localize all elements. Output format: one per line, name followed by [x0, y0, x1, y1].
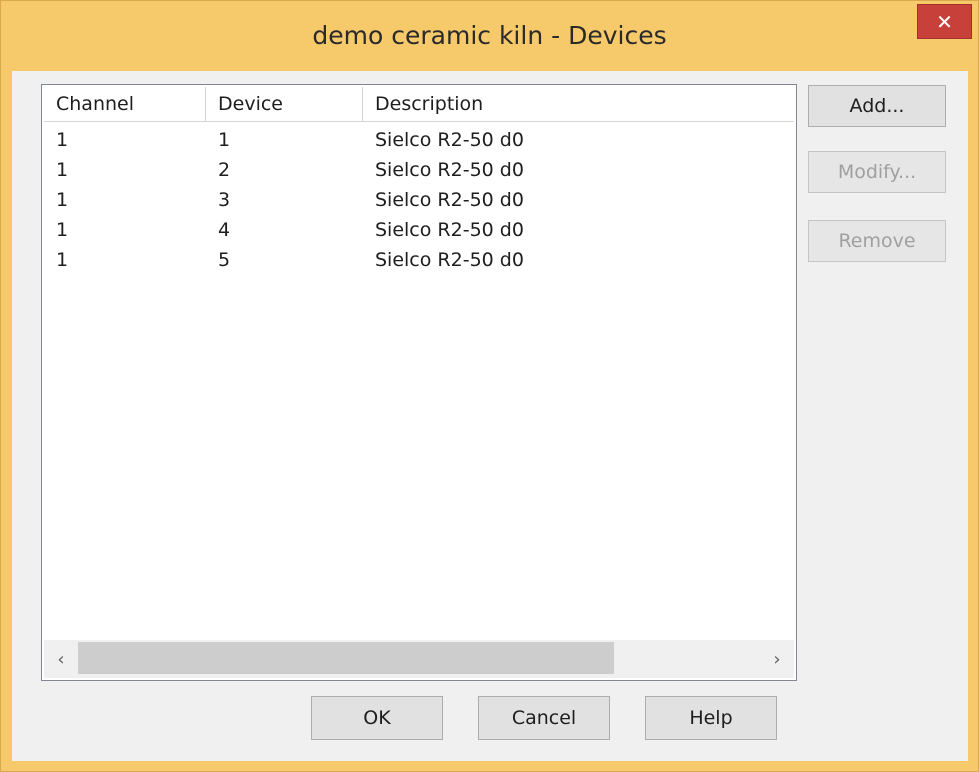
device-cell: 4 [218, 219, 231, 241]
modify-button[interactable]: Modify... [808, 151, 946, 193]
column-header-description[interactable]: Description [363, 87, 793, 121]
devices-list[interactable]: Channel Device Description 1 1 Sielco R2… [41, 84, 797, 681]
close-button[interactable]: ✕ [917, 4, 972, 39]
title-bar[interactable]: demo ceramic kiln - Devices ✕ [1, 1, 978, 71]
remove-button[interactable]: Remove [808, 220, 946, 262]
channel-cell: 1 [56, 219, 69, 241]
close-icon: ✕ [936, 9, 953, 34]
channel-cell: 1 [56, 249, 69, 271]
chevron-right-icon: › [773, 648, 781, 670]
table-row[interactable]: 1 2 Sielco R2-50 d0 [44, 155, 794, 185]
device-cell: 3 [218, 189, 231, 211]
column-header-device[interactable]: Device [206, 87, 363, 121]
list-body: 1 1 Sielco R2-50 d0 1 2 Sielco R2-50 d0 … [44, 125, 794, 275]
description-cell: Sielco R2-50 d0 [375, 189, 524, 211]
chevron-left-icon: ‹ [57, 648, 65, 670]
description-cell: Sielco R2-50 d0 [375, 249, 524, 271]
device-cell: 1 [218, 129, 231, 151]
channel-cell: 1 [56, 159, 69, 181]
table-row[interactable]: 1 5 Sielco R2-50 d0 [44, 245, 794, 275]
column-header-channel[interactable]: Channel [44, 87, 206, 121]
table-row[interactable]: 1 1 Sielco R2-50 d0 [44, 125, 794, 155]
scroll-left-button[interactable]: ‹ [44, 640, 78, 678]
device-cell: 5 [218, 249, 231, 271]
help-button[interactable]: Help [645, 696, 777, 740]
list-header: Channel Device Description [44, 87, 794, 122]
add-button[interactable]: Add... [808, 85, 946, 127]
horizontal-scrollbar[interactable]: ‹ › [44, 640, 794, 678]
ok-button[interactable]: OK [311, 696, 443, 740]
description-cell: Sielco R2-50 d0 [375, 129, 524, 151]
scroll-right-button[interactable]: › [760, 640, 794, 678]
dialog-client-area: Channel Device Description 1 1 Sielco R2… [12, 71, 968, 761]
cancel-button[interactable]: Cancel [478, 696, 610, 740]
channel-cell: 1 [56, 129, 69, 151]
table-row[interactable]: 1 4 Sielco R2-50 d0 [44, 215, 794, 245]
channel-cell: 1 [56, 189, 69, 211]
scrollbar-thumb[interactable] [78, 642, 614, 674]
description-cell: Sielco R2-50 d0 [375, 219, 524, 241]
table-row[interactable]: 1 3 Sielco R2-50 d0 [44, 185, 794, 215]
devices-dialog-window: demo ceramic kiln - Devices ✕ Channel De… [0, 0, 979, 772]
window-title: demo ceramic kiln - Devices [312, 21, 667, 50]
device-cell: 2 [218, 159, 231, 181]
description-cell: Sielco R2-50 d0 [375, 159, 524, 181]
